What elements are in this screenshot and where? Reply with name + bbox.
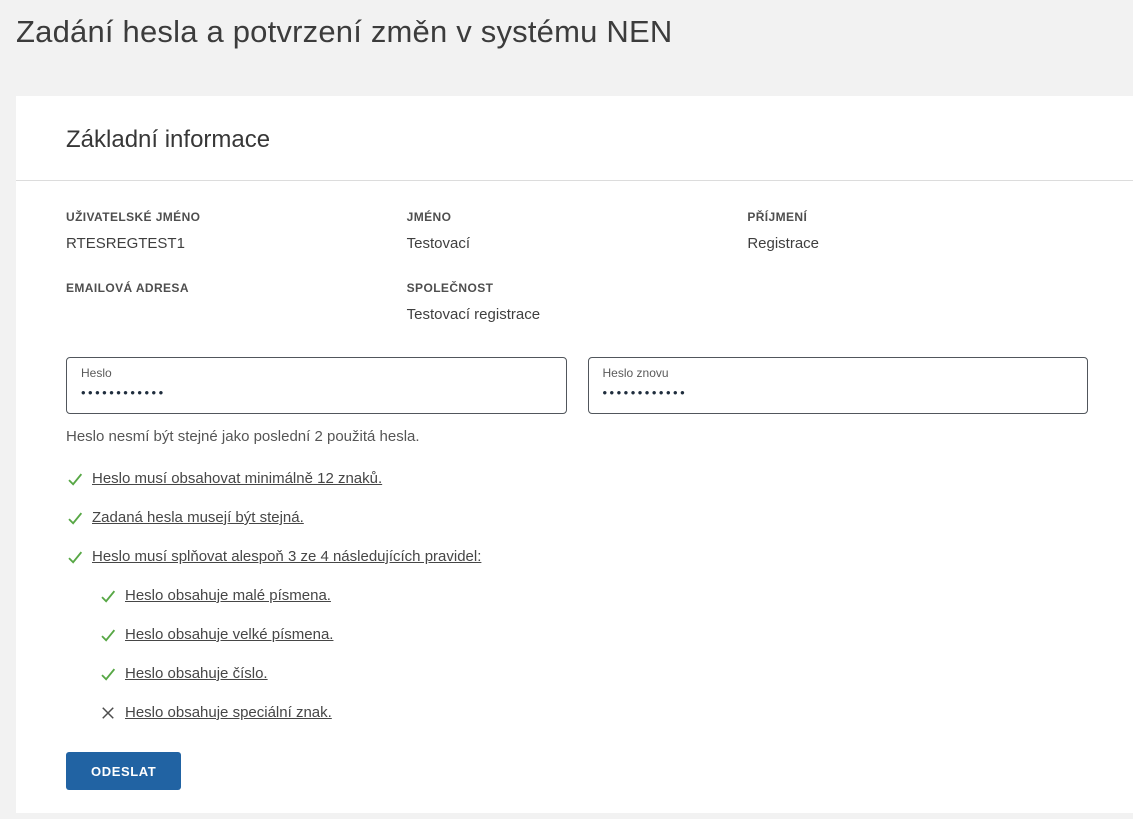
password-again-input[interactable]: [603, 385, 1074, 400]
card-header: Základní informace: [16, 96, 1133, 180]
section-title: Základní informace: [66, 126, 1083, 154]
rule-text: Heslo musí obsahovat minimálně 12 znaků.: [92, 469, 382, 489]
submit-button[interactable]: ODESLAT: [66, 752, 181, 790]
password-again-field[interactable]: Heslo znovu: [588, 357, 1089, 414]
field-value: RTESREGTEST1: [66, 234, 407, 254]
check-icon: [66, 548, 84, 566]
rule-text: Heslo obsahuje speciální znak.: [125, 703, 332, 723]
field-value: Testovací: [407, 234, 748, 254]
password-row: Heslo Heslo znovu: [66, 357, 1088, 414]
field-value: [66, 305, 407, 325]
rule-lowercase: Heslo obsahuje malé písmena.: [99, 586, 1088, 606]
password-input[interactable]: [81, 385, 552, 400]
rule-text: Heslo obsahuje malé písmena.: [125, 586, 331, 606]
password-field-label: Heslo: [81, 365, 552, 381]
rule-text: Zadaná hesla musejí být stejná.: [92, 508, 304, 528]
card-body: UŽIVATELSKÉ JMÉNO RTESREGTEST1 JMÉNO Tes…: [16, 181, 1133, 790]
field-value: Testovací registrace: [407, 305, 748, 325]
field-value: Registrace: [747, 234, 1088, 254]
field-label: SPOLEČNOST: [407, 280, 748, 296]
field-spolecnost: SPOLEČNOST Testovací registrace: [407, 280, 748, 325]
rule-number: Heslo obsahuje číslo.: [99, 664, 1088, 684]
check-icon: [99, 626, 117, 644]
password-rules-list: Heslo musí obsahovat minimálně 12 znaků.…: [66, 469, 1088, 723]
password-field[interactable]: Heslo: [66, 357, 567, 414]
field-empty: [747, 280, 1088, 325]
field-uzivatelske-jmeno: UŽIVATELSKÉ JMÉNO RTESREGTEST1: [66, 209, 407, 254]
field-emailova-adresa: EMAILOVÁ ADRESA: [66, 280, 407, 325]
rule-uppercase: Heslo obsahuje velké písmena.: [99, 625, 1088, 645]
field-label: JMÉNO: [407, 209, 748, 225]
field-label: UŽIVATELSKÉ JMÉNO: [66, 209, 407, 225]
page-header: Zadání hesla a potvrzení změn v systému …: [0, 0, 1133, 96]
rule-special-char: Heslo obsahuje speciální znak.: [99, 703, 1088, 723]
rule-text: Heslo obsahuje číslo.: [125, 664, 268, 684]
password-policy-note: Heslo nesmí být stejné jako poslední 2 p…: [66, 427, 1088, 446]
check-icon: [66, 470, 84, 488]
rule-min-length: Heslo musí obsahovat minimálně 12 znaků.: [66, 469, 1088, 489]
check-icon: [99, 665, 117, 683]
field-label: EMAILOVÁ ADRESA: [66, 280, 407, 296]
field-jmeno: JMÉNO Testovací: [407, 209, 748, 254]
password-again-field-label: Heslo znovu: [603, 365, 1074, 381]
check-icon: [66, 509, 84, 527]
field-prijmeni: PŘÍJMENÍ Registrace: [747, 209, 1088, 254]
rule-text: Heslo musí splňovat alespoň 3 ze 4 násle…: [92, 547, 481, 567]
rule-text: Heslo obsahuje velké písmena.: [125, 625, 333, 645]
field-label: PŘÍJMENÍ: [747, 209, 1088, 225]
page-title: Zadání hesla a potvrzení změn v systému …: [16, 10, 1117, 53]
readonly-fields-grid: UŽIVATELSKÉ JMÉNO RTESREGTEST1 JMÉNO Tes…: [66, 209, 1088, 325]
rule-passwords-match: Zadaná hesla musejí být stejná.: [66, 508, 1088, 528]
rule-three-of-four: Heslo musí splňovat alespoň 3 ze 4 násle…: [66, 547, 1088, 567]
basic-info-card: Základní informace UŽIVATELSKÉ JMÉNO RTE…: [16, 96, 1133, 813]
cross-icon: [99, 704, 117, 722]
check-icon: [99, 587, 117, 605]
